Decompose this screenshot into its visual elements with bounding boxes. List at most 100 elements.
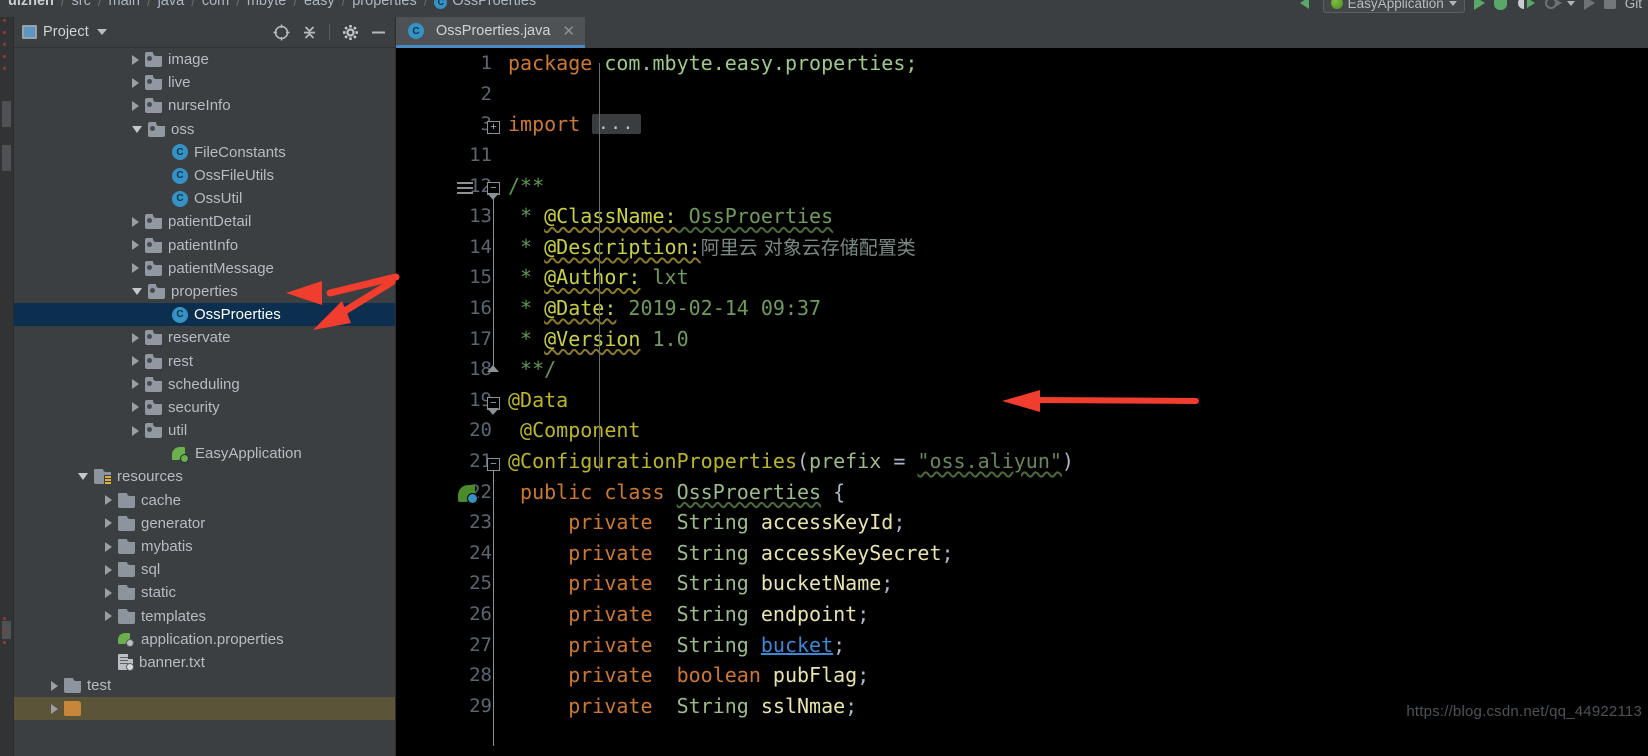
tree-row-security[interactable]: security (14, 396, 395, 419)
javadoc-marker-icon[interactable] (457, 182, 473, 196)
chevron-right-icon[interactable] (132, 240, 139, 251)
fold-region-start-marker[interactable] (487, 193, 499, 201)
code-line[interactable]: * @Description: 阿里云 对象云存储配置类 (508, 232, 1648, 263)
chevron-right-icon[interactable] (132, 356, 139, 367)
vcs-update-icon[interactable] (1296, 0, 1314, 13)
rail-tab-structure[interactable] (2, 101, 11, 127)
tree-row-resources[interactable]: resources (14, 465, 395, 488)
tree-row-mybatis[interactable]: mybatis (14, 535, 395, 558)
tree-row-OssFileUtils[interactable]: C OssFileUtils (14, 164, 395, 187)
chevron-right-icon[interactable] (105, 611, 112, 622)
chevron-right-icon[interactable] (105, 541, 112, 552)
tree-row-patientInfo[interactable]: patientInfo (14, 234, 395, 257)
tree-row-nurseInfo[interactable]: nurseInfo (14, 94, 395, 117)
chevron-right-icon[interactable] (132, 77, 139, 88)
breadcrumb-item[interactable]: properties (352, 0, 416, 9)
chevron-right-icon[interactable] (105, 587, 112, 598)
rail-tab-favorites[interactable] (2, 145, 11, 171)
chevron-right-icon[interactable] (132, 100, 139, 111)
tree-row-static[interactable]: static (14, 581, 395, 604)
tree-row-properties[interactable]: properties (14, 280, 395, 303)
code-editor[interactable]: 1231112131415161718192021222324252627282… (396, 48, 1648, 756)
chevron-right-icon[interactable] (132, 216, 139, 227)
run-button[interactable] (1473, 0, 1485, 13)
tree-row-OssProerties[interactable]: C OssProerties (14, 303, 395, 327)
close-icon[interactable]: ✕ (562, 22, 575, 40)
chevron-down-icon[interactable] (132, 125, 142, 133)
chevron-right-icon[interactable] (132, 54, 139, 65)
chevron-right-icon[interactable] (105, 495, 112, 506)
breadcrumb-item[interactable]: java (158, 0, 185, 9)
chevron-right-icon[interactable] (132, 425, 139, 436)
chevron-right-icon[interactable] (51, 680, 58, 691)
code-line[interactable]: package com.mbyte.easy.properties; (508, 48, 1648, 79)
chevron-right-icon[interactable] (105, 518, 112, 529)
tree-row-FileConstants[interactable]: C FileConstants (14, 141, 395, 164)
scroll-from-source-icon[interactable] (270, 21, 292, 43)
code-line[interactable]: private String bucket; (508, 629, 1648, 660)
rerun-button[interactable] (1583, 0, 1595, 13)
chevron-down-icon[interactable] (132, 287, 142, 295)
editor-gutter[interactable]: 1231112131415161718192021222324252627282… (396, 48, 500, 756)
breadcrumb-item[interactable]: main (109, 0, 140, 9)
breadcrumb[interactable]: uizhen / src / main / java / com / mbyte / easy / prop… (0, 0, 536, 12)
code-line[interactable]: @Data (508, 385, 1648, 416)
fold-expand-import-icon[interactable]: + (487, 121, 500, 135)
tree-row-oss[interactable]: oss (14, 118, 395, 141)
fold-region-end-marker[interactable] (487, 365, 499, 372)
tree-row-EasyApplication[interactable]: EasyApplication (14, 442, 395, 465)
code-line[interactable]: private String endpoint; (508, 599, 1648, 630)
fold-marker-data[interactable] (487, 407, 499, 415)
tree-row-application.properties[interactable]: application.properties (14, 628, 395, 651)
breadcrumb-item[interactable]: src (72, 0, 91, 9)
tree-row-sql[interactable]: sql (14, 558, 395, 581)
chevron-right-icon[interactable] (51, 703, 58, 714)
stop-button[interactable] (1603, 0, 1616, 13)
tree-row-module[interactable] (14, 697, 395, 721)
breadcrumb-item[interactable]: easy (304, 0, 335, 9)
tree-row-live[interactable]: live (14, 71, 395, 94)
tree-row-banner.txt[interactable]: banner.txt (14, 651, 395, 674)
project-tree[interactable]: image live nurseInfo oss C FileConstants C OssF… (14, 48, 395, 756)
chevron-down-icon[interactable] (78, 473, 88, 481)
code-line[interactable]: /** (508, 170, 1648, 201)
code-line[interactable] (508, 140, 1648, 171)
hide-panel-icon[interactable] (367, 21, 389, 43)
tree-row-scheduling[interactable]: scheduling (14, 373, 395, 396)
code-line[interactable]: public class OssProerties { (508, 476, 1648, 507)
code-line[interactable]: import ... (508, 109, 1648, 140)
tree-row-test[interactable]: test (14, 674, 395, 697)
tree-row-reservate[interactable]: reservate (14, 326, 395, 349)
breadcrumb-item[interactable]: uizhen (8, 0, 54, 9)
chevron-right-icon[interactable] (132, 379, 139, 390)
tree-row-image[interactable]: image (14, 48, 395, 71)
tree-row-generator[interactable]: generator (14, 512, 395, 535)
code-line[interactable]: private String accessKeySecret; (508, 538, 1648, 569)
code-line[interactable]: * @Date: 2019-02-14 09:37 (508, 293, 1648, 324)
tree-row-util[interactable]: util (14, 419, 395, 442)
profile-button[interactable] (1544, 0, 1575, 13)
code-line[interactable]: * @Version 1.0 (508, 323, 1648, 354)
code-line[interactable]: private String accessKeyId; (508, 507, 1648, 538)
chevron-right-icon[interactable] (132, 263, 139, 274)
code-line[interactable] (508, 79, 1648, 110)
code-line[interactable]: @Component (508, 415, 1648, 446)
code-line[interactable]: * @Author: lxt (508, 262, 1648, 293)
chevron-right-icon[interactable] (132, 402, 139, 413)
breadcrumb-item[interactable]: com (202, 0, 229, 9)
breadcrumb-item[interactable]: mbyte (247, 0, 287, 9)
code-line[interactable]: * @ClassName: OssProerties (508, 201, 1648, 232)
tree-row-templates[interactable]: templates (14, 605, 395, 628)
settings-gear-icon[interactable] (339, 21, 361, 43)
code-line[interactable]: **/ (508, 354, 1648, 385)
spring-bean-gutter-icon[interactable] (458, 485, 478, 505)
tree-row-cache[interactable]: cache (14, 489, 395, 512)
debug-button[interactable] (1493, 0, 1507, 13)
tree-row-rest[interactable]: rest (14, 349, 395, 372)
tree-row-patientDetail[interactable]: patientDetail (14, 210, 395, 233)
code-content[interactable]: package com.mbyte.easy.properties; import… (500, 48, 1648, 756)
tree-row-OssUtil[interactable]: C OssUtil (14, 187, 395, 210)
chevron-down-icon[interactable] (96, 29, 107, 35)
tree-row-patientMessage[interactable]: patientMessage (14, 257, 395, 280)
code-line[interactable]: private boolean pubFlag; (508, 660, 1648, 691)
